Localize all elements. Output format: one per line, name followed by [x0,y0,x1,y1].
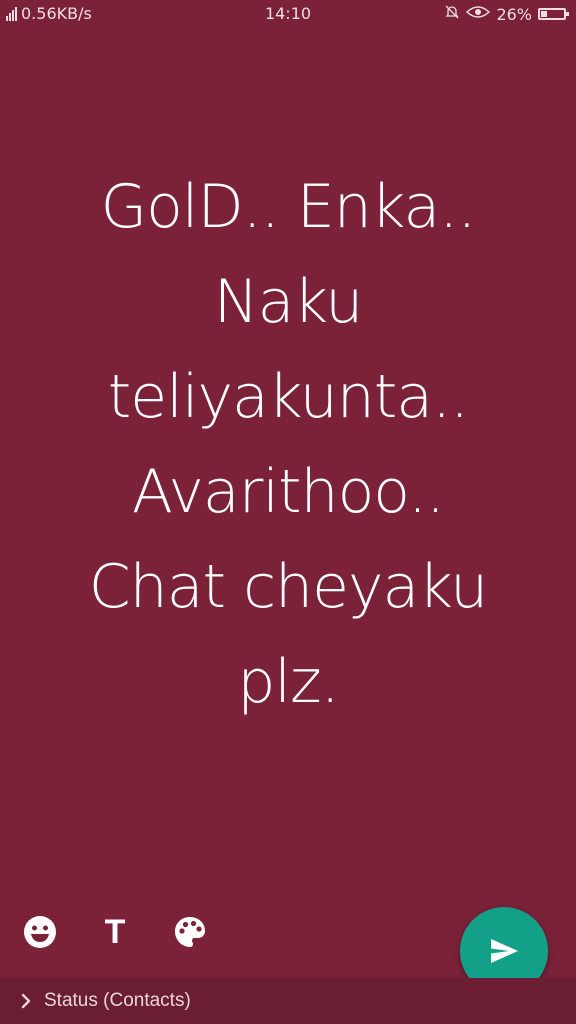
status-text-line: Naku [213,267,364,337]
status-text-line: plz. [237,647,339,717]
color-palette-button[interactable] [170,912,210,952]
editor-toolbar: T [20,912,210,952]
status-text-line: Avarithoo.. [131,457,445,527]
status-bar-right: 26% [444,4,569,24]
battery-fill [541,11,547,17]
battery-icon [538,8,569,20]
status-audience-selector[interactable]: Status (Contacts) [20,990,191,1012]
status-text-line: Chat cheyaku [88,552,488,622]
status-text-content[interactable]: GolD.. Enka.. Naku teliyakunta.. Avarithoo.… [20,160,556,730]
status-text-line: teliyakunta.. [107,362,469,432]
battery-percent: 26% [496,4,532,24]
text-style-button[interactable]: T [95,912,135,952]
mute-bell-icon [444,4,460,24]
smiley-icon [24,916,56,948]
bottom-bar: Status (Contacts) [0,978,576,1024]
system-status-bar: 0.56KB/s 14:10 26% [0,0,576,30]
send-icon [491,939,518,963]
audience-label: Status (Contacts) [44,990,191,1011]
eye-icon [466,4,491,24]
emoji-button[interactable] [20,912,60,952]
status-text-line: GolD.. Enka.. [100,172,477,242]
chevron-right-icon [21,993,31,1009]
palette-icon [175,917,205,947]
